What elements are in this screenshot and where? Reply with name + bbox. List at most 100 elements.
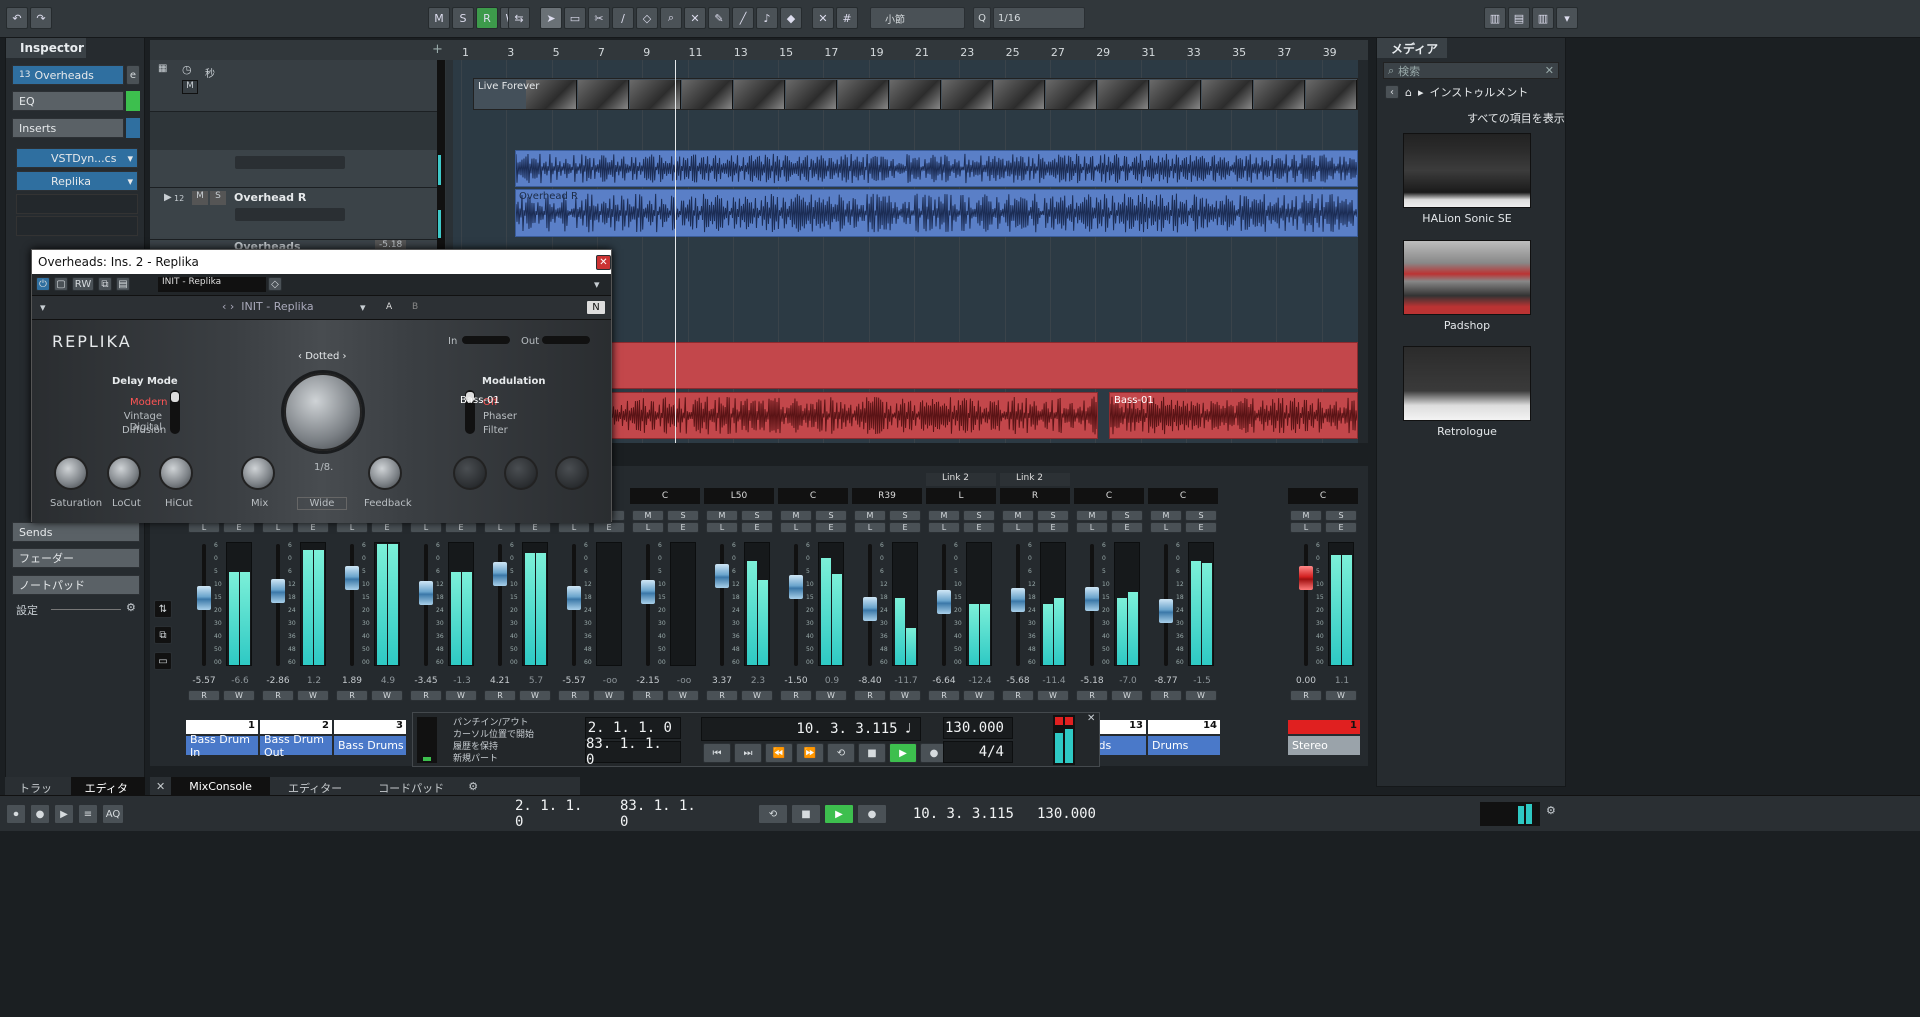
- listen-button[interactable]: L: [928, 522, 960, 533]
- fader-view-icon[interactable]: ⇅: [154, 600, 172, 618]
- redo-button[interactable]: ↷: [30, 7, 52, 29]
- solo-mode-button[interactable]: S: [452, 7, 474, 29]
- fader-value[interactable]: -2.86: [260, 676, 296, 690]
- read-button[interactable]: R: [780, 690, 812, 701]
- keep-history[interactable]: 履歴を保持: [453, 741, 534, 753]
- fader-value[interactable]: 4.21: [482, 676, 518, 690]
- read-button[interactable]: R: [262, 690, 294, 701]
- read-button[interactable]: R: [632, 690, 664, 701]
- close-icon[interactable]: ✕: [1545, 64, 1554, 77]
- delay-time-knob[interactable]: [284, 373, 362, 451]
- record-icon[interactable]: ●: [857, 804, 887, 824]
- edit-button[interactable]: E: [371, 522, 403, 533]
- delay-mode-switch[interactable]: [170, 390, 180, 434]
- volume-fader[interactable]: [345, 566, 359, 590]
- read-button[interactable]: R: [706, 690, 738, 701]
- delay-mode-modern[interactable]: Modern: [130, 397, 168, 408]
- edit-button[interactable]: E: [1111, 522, 1143, 533]
- media-item-retrologue[interactable]: Retrologue: [1402, 346, 1532, 438]
- link-group-label[interactable]: Link 2: [926, 473, 996, 486]
- rewind-icon[interactable]: ⏪: [765, 743, 793, 763]
- mute-button[interactable]: M: [854, 510, 886, 521]
- position-display[interactable]: 10. 3. 3.115 ♩: [701, 717, 921, 741]
- mute-mode-button[interactable]: M: [428, 7, 450, 29]
- write-button[interactable]: W: [1037, 690, 1069, 701]
- pan-control[interactable]: C: [630, 488, 700, 504]
- write-button[interactable]: W: [1185, 690, 1217, 701]
- write-button[interactable]: W: [741, 690, 773, 701]
- mute-button[interactable]: M: [1150, 510, 1182, 521]
- edit-button[interactable]: E: [445, 522, 477, 533]
- stop-icon[interactable]: ■: [791, 804, 821, 824]
- read-button[interactable]: R: [336, 690, 368, 701]
- audio-event-bass-01b[interactable]: Bass-01: [1109, 392, 1358, 439]
- read-mode-button[interactable]: R: [476, 7, 498, 29]
- media-item-padshop[interactable]: Padshop: [1402, 240, 1532, 332]
- cycle-icon[interactable]: ⟲: [758, 804, 788, 824]
- go-to-end-icon[interactable]: ⏭: [734, 743, 762, 763]
- solo-button[interactable]: S: [889, 510, 921, 521]
- solo-button[interactable]: S: [815, 510, 847, 521]
- fader-section[interactable]: フェーダー: [12, 548, 140, 568]
- eq-section[interactable]: EQ: [12, 91, 124, 111]
- track-overhead-l[interactable]: [150, 150, 440, 188]
- fader-value[interactable]: -8.77: [1148, 676, 1184, 690]
- volume-fader[interactable]: [493, 561, 507, 586]
- listen-button[interactable]: L: [1290, 522, 1322, 533]
- mod-knob-1[interactable]: [453, 456, 487, 490]
- volume-fader[interactable]: [1159, 599, 1173, 623]
- channel-name[interactable]: Bass Drums: [334, 736, 406, 755]
- volume-fader[interactable]: [197, 585, 211, 610]
- listen-button[interactable]: L: [706, 522, 738, 533]
- play-tool-icon[interactable]: ♪: [756, 7, 778, 29]
- feedback-knob[interactable]: [368, 456, 402, 490]
- punch-options[interactable]: パンチイン/アウト カーソル位置で開始 履歴を保持 新規パート: [453, 717, 534, 765]
- mod-knob-3[interactable]: [555, 456, 589, 490]
- mute-button[interactable]: M: [928, 510, 960, 521]
- hicut-knob[interactable]: [159, 456, 193, 490]
- lower-zone-icon[interactable]: ▤: [1508, 7, 1530, 29]
- pan-control[interactable]: C: [1288, 488, 1358, 504]
- status-tempo[interactable]: 130.000: [1037, 802, 1104, 826]
- zoom-tool-icon[interactable]: ⌕: [660, 7, 682, 29]
- edit-button[interactable]: E: [889, 522, 921, 533]
- fader-value[interactable]: 3.37: [704, 676, 740, 690]
- mute-button[interactable]: M: [780, 510, 812, 521]
- quantize-select[interactable]: 1/16: [993, 7, 1085, 29]
- read-button[interactable]: R: [928, 690, 960, 701]
- read-button[interactable]: R: [854, 690, 886, 701]
- fader-value[interactable]: -3.45: [408, 676, 444, 690]
- color-tool-icon[interactable]: ◆: [780, 7, 802, 29]
- fader-value[interactable]: -5.57: [186, 676, 222, 690]
- snap-toggle-icon[interactable]: ✕: [812, 7, 834, 29]
- track-overhead-r[interactable]: ▶ 12 M S Overhead R: [150, 188, 440, 240]
- undo-button[interactable]: ↶: [6, 7, 28, 29]
- close-icon[interactable]: ✕: [1087, 713, 1095, 724]
- input-slider[interactable]: [462, 336, 510, 344]
- volume-fader[interactable]: [715, 563, 729, 588]
- edit-button[interactable]: E: [815, 522, 847, 533]
- edit-channel-icon[interactable]: e: [126, 65, 140, 85]
- edit-button[interactable]: E: [519, 522, 551, 533]
- read-write-buttons[interactable]: RW: [72, 277, 94, 291]
- bypass-icon[interactable]: ▢: [54, 277, 68, 291]
- compare-icon[interactable]: ⧉: [98, 277, 112, 291]
- split-tool-icon[interactable]: ✂: [588, 7, 610, 29]
- write-button[interactable]: W: [371, 690, 403, 701]
- pan-control[interactable]: R39: [852, 488, 922, 504]
- draw-tool-icon[interactable]: ✎: [708, 7, 730, 29]
- close-icon[interactable]: ✕: [596, 255, 611, 270]
- solo-button[interactable]: S: [1185, 510, 1217, 521]
- auto-quantize-button[interactable]: AQ: [102, 804, 124, 824]
- search-input[interactable]: ⌕ 検索 ✕: [1383, 62, 1559, 79]
- range-tool-icon[interactable]: ▭: [564, 7, 586, 29]
- volume-fader[interactable]: [863, 596, 877, 621]
- volume-fader[interactable]: [641, 580, 655, 605]
- write-button[interactable]: W: [297, 690, 329, 701]
- edit-button[interactable]: E: [223, 522, 255, 533]
- preset-icon[interactable]: ◇: [268, 277, 282, 291]
- solo-button[interactable]: S: [667, 510, 699, 521]
- sidechain-icon[interactable]: ▤: [116, 277, 130, 291]
- pan-control[interactable]: C: [1148, 488, 1218, 504]
- edit-button[interactable]: E: [593, 522, 625, 533]
